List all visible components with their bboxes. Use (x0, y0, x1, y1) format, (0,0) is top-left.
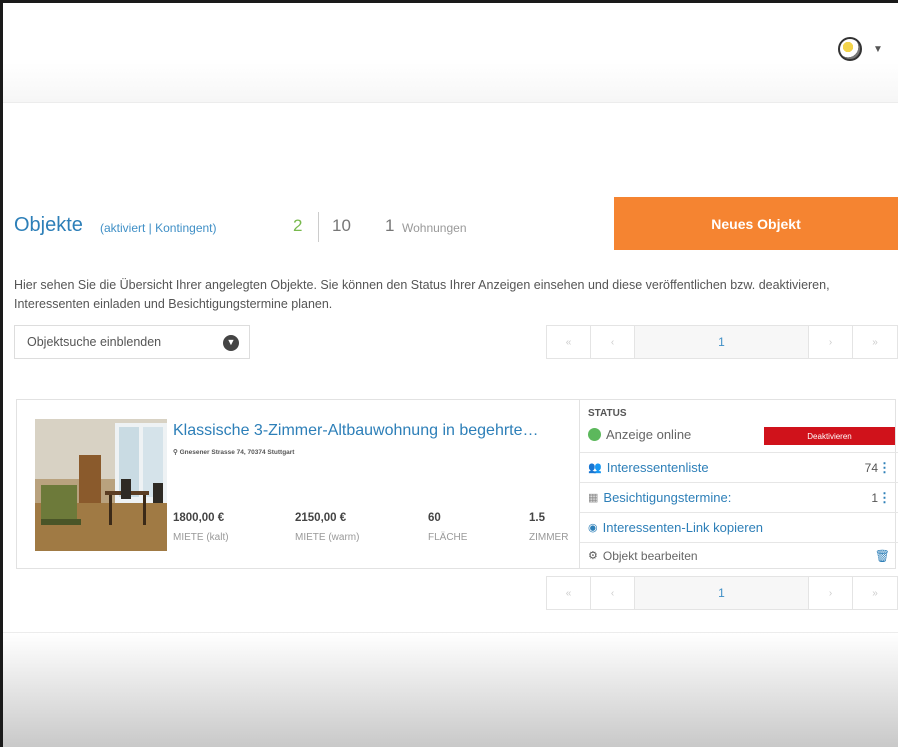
pagination-bottom: « ‹ 1 › » (546, 576, 898, 610)
stat-rooms: 1.5 ZIMMER (529, 512, 568, 543)
stat-label: MIETE (kalt) (173, 532, 229, 543)
edit-object-row[interactable]: ⚙ Objekt bearbeiten 🗑 (580, 542, 898, 568)
stat-area: 60 FLÄCHE (428, 512, 467, 543)
last-page-button[interactable]: » (853, 326, 897, 358)
listing-title-link[interactable]: Klassische 3-Zimmer-Altbauwohnung in beg… (173, 422, 579, 440)
listing-photo[interactable] (35, 419, 167, 551)
object-search-toggle[interactable]: Objektsuche einblenden ▼ (14, 325, 250, 359)
divider (318, 212, 319, 242)
stat-label: MIETE (warm) (295, 532, 360, 543)
status-heading: STATUS (588, 408, 627, 419)
address-text: Gnesener Strasse 74, 70374 Stuttgart (179, 449, 295, 456)
stat-label: ZIMMER (529, 532, 569, 543)
eye-icon: ◉ (588, 522, 598, 534)
units-label: Wohnungen (402, 221, 467, 235)
new-object-button[interactable]: Neues Objekt (614, 197, 898, 250)
listing-address: ⚲ Gnesener Strasse 74, 70374 Stuttgart (173, 448, 294, 456)
last-page-button[interactable]: » (853, 577, 897, 609)
users-icon: 👥 (588, 462, 602, 474)
stat-value: 2150,00 € (295, 512, 347, 524)
page-title: Objekte (14, 214, 83, 236)
status-indicator: Anzeige online (588, 427, 691, 442)
page-number-button[interactable]: 1 (635, 326, 809, 358)
status-panel: STATUS Anzeige online Deaktivieren 👥 Int… (579, 400, 898, 568)
stat-label: FLÄCHE (428, 532, 468, 543)
status-text: Anzeige online (606, 427, 692, 442)
stat-rent-warm: 2150,00 € MIETE (warm) (295, 512, 359, 543)
page-description: Hier sehen Sie die Übersicht Ihrer angel… (14, 278, 830, 311)
stat-rent-cold: 1800,00 € MIETE (kalt) (173, 512, 229, 543)
viewings-row[interactable]: ▦ Besichtigungstermine: 1 ⋮ (580, 482, 898, 512)
deactivate-button[interactable]: Deaktivieren (764, 427, 895, 445)
viewings-link[interactable]: Besichtigungstermine: (603, 490, 731, 505)
footer-area (3, 632, 898, 747)
trash-icon[interactable]: 🗑 (875, 549, 890, 563)
stat-value: 60 (428, 512, 441, 524)
calendar-icon: ▦ (588, 492, 599, 504)
interested-count: 74 (864, 460, 878, 475)
prev-page-button[interactable]: ‹ (591, 326, 635, 358)
page-subtitle: (aktiviert | Kontingent) (100, 221, 217, 235)
stat-value: 1800,00 € (173, 512, 225, 524)
copy-link[interactable]: Interessenten-Link kopieren (603, 520, 763, 535)
object-search-label: Objektsuche einblenden (27, 335, 162, 349)
more-vertical-icon[interactable]: ⋮ (878, 490, 891, 506)
quota-count: 10 (332, 216, 351, 235)
caret-down-icon[interactable]: ▼ (873, 44, 883, 55)
copy-link-row[interactable]: ◉ Interessenten-Link kopieren (580, 512, 898, 542)
more-vertical-icon[interactable]: ⋮ (878, 460, 891, 476)
chevron-down-circle-icon: ▼ (223, 335, 239, 351)
stat-value: 1.5 (529, 512, 545, 524)
next-page-button[interactable]: › (809, 326, 853, 358)
top-bar (3, 3, 898, 103)
pagination-top: « ‹ 1 › » (546, 325, 898, 359)
first-page-button[interactable]: « (547, 577, 591, 609)
edit-object-link[interactable]: Objekt bearbeiten (603, 549, 698, 563)
interested-list-row[interactable]: 👥 Interessentenliste 74 ⋮ (580, 452, 898, 482)
viewings-count: 1 (871, 490, 878, 505)
gear-icon: ⚙ (588, 550, 598, 562)
interested-list-link[interactable]: Interessentenliste (607, 460, 709, 475)
user-avatar[interactable] (838, 37, 862, 61)
next-page-button[interactable]: › (809, 577, 853, 609)
listing-card: Klassische 3-Zimmer-Altbauwohnung in beg… (16, 399, 898, 569)
prev-page-button[interactable]: ‹ (591, 577, 635, 609)
first-page-button[interactable]: « (547, 326, 591, 358)
page-number-button[interactable]: 1 (635, 577, 809, 609)
units-count: 1 (385, 216, 395, 235)
active-count: 2 (293, 216, 303, 235)
online-dot-icon (588, 428, 601, 441)
map-pin-icon: ⚲ (173, 449, 178, 456)
